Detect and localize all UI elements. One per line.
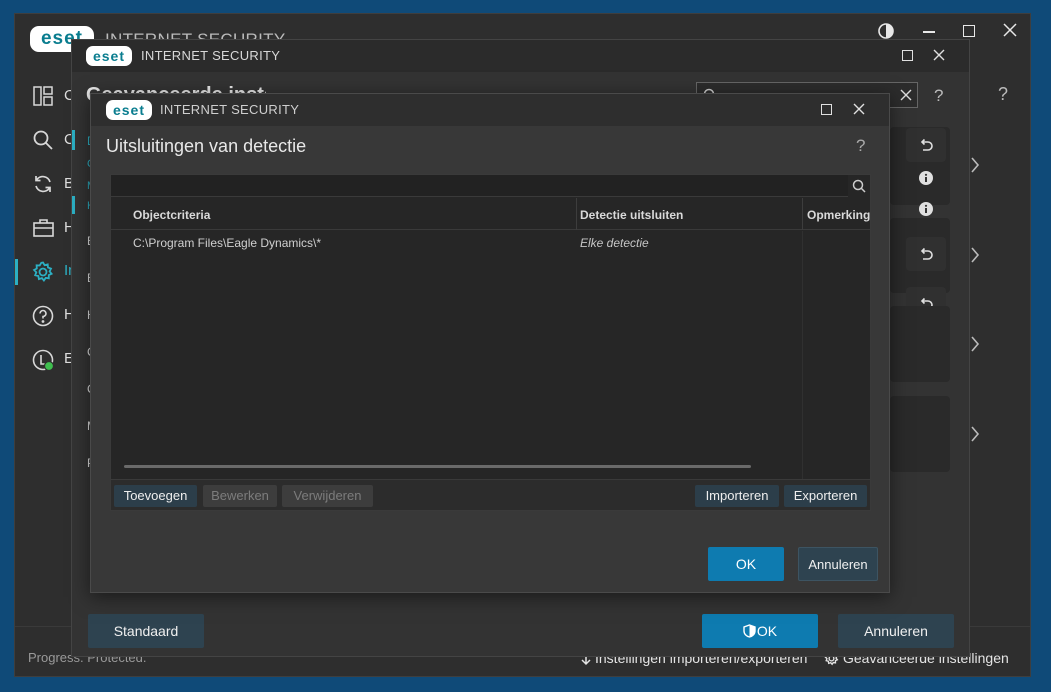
column-header-detection[interactable]: Detectie uitsluiten — [580, 208, 683, 222]
ok-label: OK — [756, 623, 778, 639]
search-input[interactable] — [111, 175, 848, 197]
detection-exclusions-dialog: eset INTERNET SECURITY Uitsluitingen van… — [90, 93, 890, 593]
maximize-icon[interactable] — [963, 25, 975, 37]
chevron-right-icon[interactable] — [970, 247, 980, 263]
chevron-right-icon[interactable] — [970, 157, 980, 173]
search-button[interactable] — [848, 175, 870, 197]
tree-indicator-1 — [72, 130, 75, 150]
info-icon[interactable] — [919, 171, 933, 185]
cancel-button[interactable]: Annuleren — [798, 547, 878, 581]
detection-cell: Elke detectie — [580, 236, 649, 250]
help-icon[interactable]: ? — [998, 84, 1008, 105]
window-title: INTERNET SECURITY — [141, 48, 281, 63]
tree-indicator-2 — [72, 196, 75, 214]
revert-icon — [920, 247, 933, 260]
minimize-icon[interactable] — [923, 31, 935, 33]
window-title: INTERNET SECURITY — [160, 102, 300, 117]
table-header: Objectcriteria Detectie uitsluiten Opmer… — [111, 198, 870, 230]
overview-icon[interactable] — [33, 86, 53, 106]
settings-card[interactable] — [890, 306, 950, 382]
revert-button[interactable] — [906, 128, 946, 162]
dialog-title: Uitsluitingen van detectie — [106, 136, 307, 156]
cancel-button[interactable]: Annuleren — [838, 614, 954, 648]
edit-button[interactable]: Bewerken — [203, 485, 277, 507]
shield-icon — [743, 624, 756, 638]
revert-icon — [920, 138, 933, 151]
eset-logo: eset — [86, 46, 132, 66]
theme-toggle-icon[interactable] — [877, 22, 895, 40]
ok-button[interactable]: OK — [708, 547, 784, 581]
remove-button[interactable]: Verwijderen — [282, 485, 373, 507]
chevron-right-icon[interactable] — [970, 426, 980, 442]
column-divider[interactable] — [576, 198, 577, 230]
object-cell: C:\Program Files\Eagle Dynamics\* — [133, 236, 322, 250]
column-divider — [802, 231, 803, 479]
settings-card[interactable] — [890, 396, 950, 472]
chevron-right-icon[interactable] — [970, 336, 980, 352]
exclusions-panel: Objectcriteria Detectie uitsluiten Opmer… — [110, 174, 871, 511]
title-bar: eset INTERNET SECURITY — [91, 94, 889, 126]
close-icon[interactable] — [1003, 23, 1017, 37]
scan-icon[interactable] — [33, 130, 53, 150]
title-bar: eset INTERNET SECURITY — [72, 40, 969, 72]
update-icon[interactable] — [33, 174, 53, 194]
info-icon[interactable] — [919, 202, 933, 216]
add-button[interactable]: Toevoegen — [114, 485, 197, 507]
help-circle-icon[interactable] — [32, 305, 54, 327]
nav-active-indicator — [15, 259, 18, 285]
horizontal-scrollbar[interactable] — [124, 465, 751, 468]
column-header-comment[interactable]: Opmerking — [807, 208, 870, 222]
account-status-icon[interactable] — [32, 349, 56, 373]
export-button[interactable]: Exporteren — [784, 485, 867, 507]
clear-search-icon[interactable] — [900, 89, 912, 101]
close-icon[interactable] — [853, 103, 865, 115]
maximize-icon[interactable] — [821, 104, 832, 115]
help-icon[interactable]: ? — [934, 86, 943, 106]
tools-icon[interactable] — [33, 218, 54, 238]
eset-logo: eset — [106, 100, 152, 120]
search-icon — [852, 179, 866, 193]
close-icon[interactable] — [933, 49, 945, 61]
panel-button-bar: Toevoegen Bewerken Verwijderen Importere… — [111, 479, 870, 510]
table-row[interactable]: C:\Program Files\Eagle Dynamics\* Elke d… — [111, 231, 870, 253]
help-icon[interactable]: ? — [856, 136, 865, 156]
standaard-button[interactable]: Standaard — [88, 614, 204, 648]
column-divider[interactable] — [802, 198, 803, 230]
revert-button[interactable] — [906, 237, 946, 271]
settings-gear-icon[interactable] — [32, 261, 54, 283]
ok-button[interactable]: OK — [702, 614, 818, 648]
import-button[interactable]: Importeren — [695, 485, 779, 507]
column-header-object[interactable]: Objectcriteria — [133, 208, 210, 222]
maximize-icon[interactable] — [902, 50, 913, 61]
